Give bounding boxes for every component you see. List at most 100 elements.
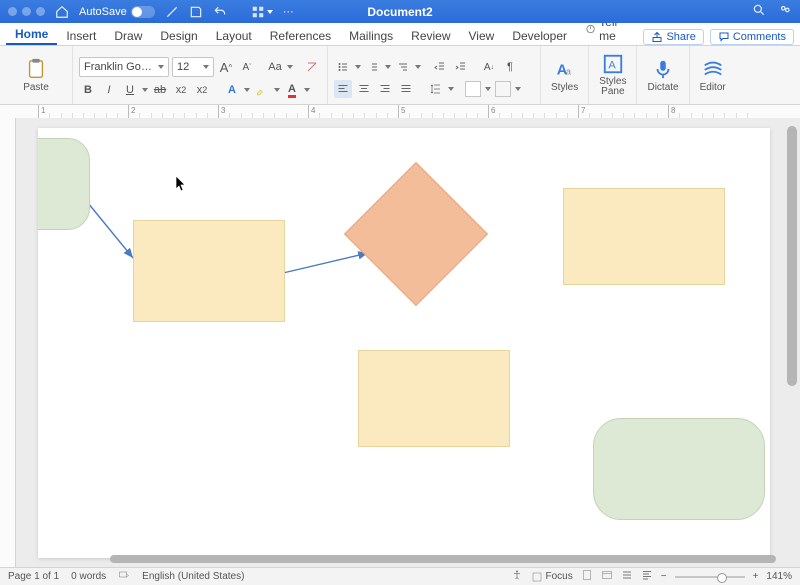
collab-icon[interactable] — [778, 3, 792, 20]
svg-text:a: a — [566, 66, 572, 76]
align-right-button[interactable] — [376, 80, 394, 98]
font-size-value: 12 — [177, 61, 199, 73]
editor-button[interactable]: Editor — [696, 58, 730, 93]
svg-text:A: A — [608, 60, 616, 72]
highlight-button[interactable] — [253, 81, 271, 99]
dictate-button[interactable]: Dictate — [643, 58, 682, 93]
vertical-scrollbar[interactable] — [787, 126, 797, 560]
tab-draw[interactable]: Draw — [105, 26, 151, 45]
zoom-level[interactable]: 141% — [766, 571, 792, 582]
dictate-label: Dictate — [647, 82, 678, 93]
grid-icon[interactable] — [251, 5, 273, 19]
font-name-select[interactable]: Franklin Go… — [79, 57, 169, 77]
web-layout-view-button[interactable] — [601, 569, 613, 584]
borders-button[interactable] — [494, 80, 512, 98]
numbering-button[interactable] — [364, 58, 382, 76]
shrink-font-button[interactable]: Aˇ — [238, 58, 256, 76]
tab-review[interactable]: Review — [402, 26, 459, 45]
change-case-button[interactable]: Aa — [266, 58, 284, 76]
accessibility-icon[interactable] — [511, 569, 523, 584]
word-count[interactable]: 0 words — [71, 571, 106, 582]
ruler-number: 7 — [581, 106, 585, 115]
autosave-label: AutoSave — [79, 6, 127, 18]
zoom-window-icon[interactable] — [36, 7, 45, 16]
text-effects-button[interactable]: A — [223, 81, 241, 99]
print-layout-view-button[interactable] — [581, 569, 593, 584]
connector-arrow[interactable] — [283, 253, 368, 273]
align-left-button[interactable] — [334, 80, 352, 98]
tab-home[interactable]: Home — [6, 24, 57, 45]
search-icon[interactable] — [752, 3, 766, 20]
sort-button[interactable]: A↓ — [480, 58, 498, 76]
save-icon[interactable] — [189, 5, 203, 19]
indent-left-button[interactable] — [431, 58, 449, 76]
tab-insert[interactable]: Insert — [57, 26, 105, 45]
home-icon[interactable] — [55, 5, 69, 19]
autosave-switch-icon[interactable] — [131, 6, 155, 18]
zoom-out-button[interactable]: − — [661, 571, 667, 582]
autosave-toggle[interactable]: AutoSave — [79, 6, 155, 18]
language-status[interactable]: English (United States) — [142, 571, 244, 582]
styles-pane-button[interactable]: A Styles Pane — [595, 53, 630, 97]
tab-mailings[interactable]: Mailings — [340, 26, 402, 45]
ruler-number: 2 — [131, 106, 135, 115]
bold-button[interactable]: B — [79, 81, 97, 99]
styles-button[interactable]: Aa Styles — [547, 58, 582, 93]
shading-button[interactable] — [464, 80, 482, 98]
more-icon[interactable]: ··· — [283, 6, 294, 18]
font-size-select[interactable]: 12 — [172, 57, 214, 77]
tab-view[interactable]: View — [460, 26, 504, 45]
tab-design[interactable]: Design — [151, 26, 206, 45]
zoom-slider[interactable] — [675, 576, 745, 578]
line-spacing-button[interactable] — [427, 80, 445, 98]
tab-references[interactable]: References — [261, 26, 340, 45]
close-window-icon[interactable] — [8, 7, 17, 16]
align-center-button[interactable] — [355, 80, 373, 98]
draft-view-button[interactable] — [641, 569, 653, 584]
strike-button[interactable]: ab — [151, 81, 169, 99]
scroll-thumb[interactable] — [787, 126, 797, 386]
tab-layout[interactable]: Layout — [207, 26, 261, 45]
minimize-window-icon[interactable] — [22, 7, 31, 16]
connector-arrow[interactable] — [88, 203, 133, 258]
traffic-lights[interactable] — [8, 7, 45, 16]
horizontal-scrollbar[interactable] — [110, 555, 776, 563]
font-name-value: Franklin Go… — [84, 61, 154, 73]
bullets-button[interactable] — [334, 58, 352, 76]
vertical-ruler[interactable] — [0, 118, 16, 568]
paste-button[interactable]: Paste — [19, 58, 53, 93]
clear-format-button[interactable] — [303, 58, 321, 76]
subscript-button[interactable]: x2 — [172, 81, 190, 99]
share-button[interactable]: Share — [643, 29, 703, 45]
justify-button[interactable] — [397, 80, 415, 98]
rect-shape[interactable] — [563, 188, 725, 285]
rect-shape[interactable] — [133, 220, 285, 322]
zoom-in-button[interactable]: + — [753, 571, 759, 582]
document-canvas[interactable] — [38, 128, 770, 558]
focus-mode[interactable]: Focus — [531, 571, 573, 583]
rounded-rect-shape[interactable] — [593, 418, 765, 520]
indent-right-button[interactable] — [452, 58, 470, 76]
page-status[interactable]: Page 1 of 1 — [8, 571, 59, 582]
tab-developer[interactable]: Developer — [503, 26, 576, 45]
ruler-number: 5 — [401, 106, 405, 115]
focus-label: Focus — [546, 571, 573, 582]
document-title: Document2 — [367, 5, 432, 19]
italic-button[interactable]: I — [100, 81, 118, 99]
comments-button[interactable]: Comments — [710, 29, 794, 45]
diamond-shape[interactable] — [344, 162, 488, 306]
rounded-rect-shape[interactable] — [38, 138, 90, 230]
superscript-button[interactable]: x2 — [193, 81, 211, 99]
undo-icon[interactable] — [213, 5, 227, 19]
ruler-number: 1 — [41, 106, 45, 115]
pilcrow-button[interactable]: ¶ — [501, 58, 519, 76]
outline-view-button[interactable] — [621, 569, 633, 584]
spellcheck-icon[interactable] — [118, 569, 130, 584]
editor-label: Editor — [700, 82, 726, 93]
grow-font-button[interactable]: A^ — [217, 58, 235, 76]
rect-shape[interactable] — [358, 350, 510, 447]
font-color-button[interactable]: A — [283, 81, 301, 99]
line-tool-icon[interactable] — [165, 5, 179, 19]
underline-button[interactable]: U — [121, 81, 139, 99]
multilevel-button[interactable] — [394, 58, 412, 76]
